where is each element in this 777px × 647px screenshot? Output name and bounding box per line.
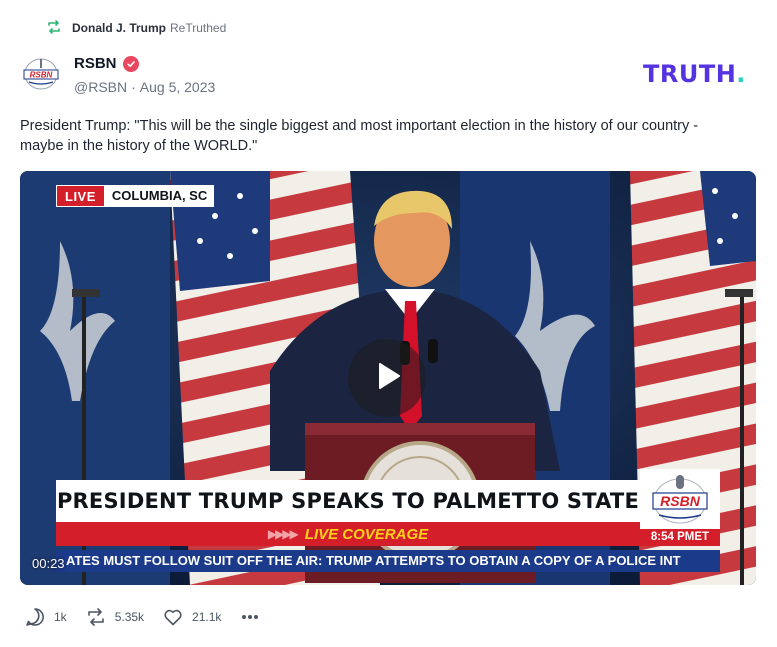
rsbn-logo: RSBN (645, 469, 715, 529)
lower-third-headline: PRESIDENT TRUMP SPEAKS TO PALMETTO STATE (56, 480, 640, 522)
retruth-action-icon (85, 606, 107, 628)
truth-social-logo[interactable]: TRUTH. (643, 60, 746, 88)
retruth-icon (46, 19, 62, 38)
truth-logo-dot: . (736, 60, 746, 88)
post-date[interactable]: Aug 5, 2023 (140, 79, 216, 95)
location-label: COLUMBIA, SC (104, 185, 215, 207)
verified-badge-icon (122, 55, 139, 72)
retruth-action-label: ReTruthed (170, 21, 227, 35)
live-label: LIVE (56, 185, 105, 207)
heart-icon (162, 606, 184, 628)
meta-separator: · (131, 79, 136, 95)
retruther-name[interactable]: Donald J. Trump (72, 21, 166, 35)
more-button[interactable] (239, 606, 261, 628)
broadcast-time: 8:54 PMET (640, 529, 720, 546)
post-text: President Trump: "This will be the singl… (20, 118, 699, 154)
like-count: 21.1k (192, 610, 222, 624)
live-coverage-bar: ▶▶▶▶ LIVE COVERAGE (56, 522, 640, 546)
author-handle[interactable]: @RSBN (74, 79, 127, 95)
rsbn-logo-text: RSBN (660, 493, 701, 509)
retruth-count: 5.35k (114, 610, 145, 624)
like-button[interactable]: 21.1k (162, 606, 221, 628)
post-actions: 1k 5.35k 21.1k (24, 606, 261, 628)
reply-button[interactable]: 1k (24, 606, 67, 628)
live-badge: LIVE COLUMBIA, SC (56, 185, 215, 207)
author-meta: @RSBN · Aug 5, 2023 (74, 79, 215, 95)
author-name[interactable]: RSBN (74, 55, 139, 72)
video-timestamp: 00:23 (32, 556, 65, 571)
headline-text: PRESIDENT TRUMP SPEAKS TO PALMETTO STATE (56, 489, 640, 513)
reply-count: 1k (54, 610, 67, 624)
author-display-name[interactable]: RSBN (74, 55, 117, 72)
rsbn-bug: RSBN 8:54 PMET (640, 469, 720, 546)
retruth-button[interactable]: 5.35k (85, 606, 144, 628)
more-icon (239, 606, 261, 628)
chevrons-icon: ▶▶▶▶ (267, 527, 299, 541)
play-icon (370, 359, 404, 398)
avatar-logo-text: RSBN (30, 71, 53, 80)
reply-icon (24, 606, 46, 628)
avatar[interactable]: RSBN (20, 56, 62, 92)
retruth-header: Donald J. Trump ReTruthed (46, 19, 226, 37)
video-player[interactable]: LIVE COLUMBIA, SC PRESIDENT TRUMP SPEAKS… (20, 171, 756, 585)
truth-logo-text: TRUTH (643, 60, 737, 88)
live-coverage-label: LIVE COVERAGE (304, 525, 429, 543)
news-ticker: ATES MUST FOLLOW SUIT OFF THE AIR: TRUMP… (56, 550, 720, 572)
play-button[interactable] (348, 339, 426, 417)
